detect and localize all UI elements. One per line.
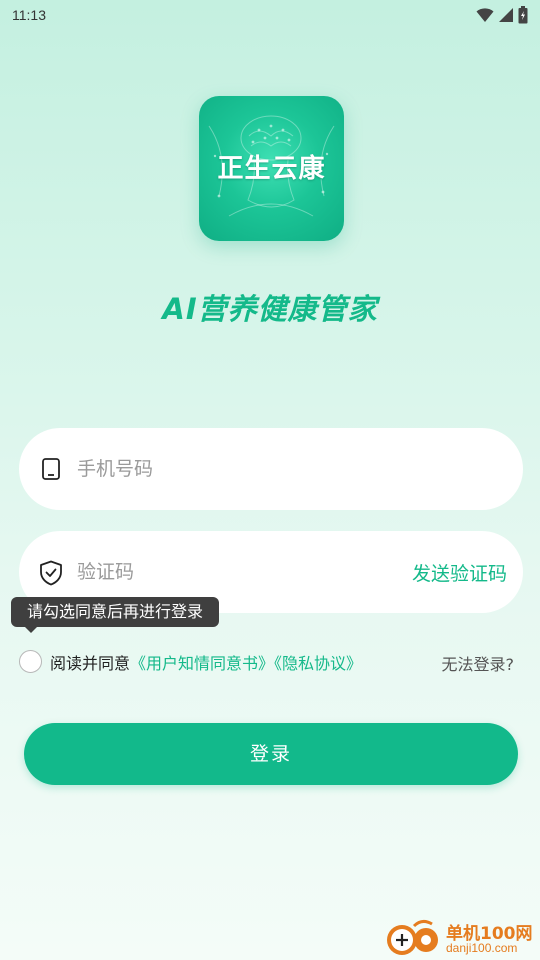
user-consent-link[interactable]: 《用户知情同意书》 xyxy=(130,654,274,673)
status-bar: 11:13 xyxy=(0,0,540,30)
watermark-subtitle: danji100.com xyxy=(446,941,518,955)
login-button[interactable]: 登录 xyxy=(24,723,518,785)
app-logo: 正生云康 xyxy=(199,96,344,241)
signal-icon xyxy=(498,7,514,23)
logo-text: 正生云康 xyxy=(217,154,326,184)
status-icons xyxy=(476,6,528,24)
agree-checkbox[interactable] xyxy=(19,650,42,673)
status-time: 11:13 xyxy=(12,7,46,23)
agreement-text: 阅读并同意《用户知情同意书》《隐私协议》 xyxy=(50,650,362,674)
watermark: 单机100网 danji100.com xyxy=(384,916,534,960)
send-code-button[interactable]: 发送验证码 xyxy=(412,559,507,586)
agreement-prefix: 阅读并同意 xyxy=(50,654,131,673)
tooltip-arrow xyxy=(24,626,38,633)
agree-tooltip: 请勾选同意后再进行登录 xyxy=(11,597,220,627)
cannot-login-link[interactable]: 无法登录? xyxy=(442,651,515,675)
app-tagline: AI营养健康管家 xyxy=(162,292,378,326)
phone-field[interactable] xyxy=(19,428,523,510)
battery-icon xyxy=(518,6,528,24)
watermark-logo-icon xyxy=(387,919,438,955)
phone-icon xyxy=(39,457,63,481)
shield-check-icon xyxy=(39,560,63,586)
phone-input[interactable] xyxy=(77,448,377,490)
privacy-policy-link[interactable]: 《隐私协议》 xyxy=(274,654,362,673)
wifi-icon xyxy=(476,7,494,23)
code-input[interactable] xyxy=(77,551,377,593)
